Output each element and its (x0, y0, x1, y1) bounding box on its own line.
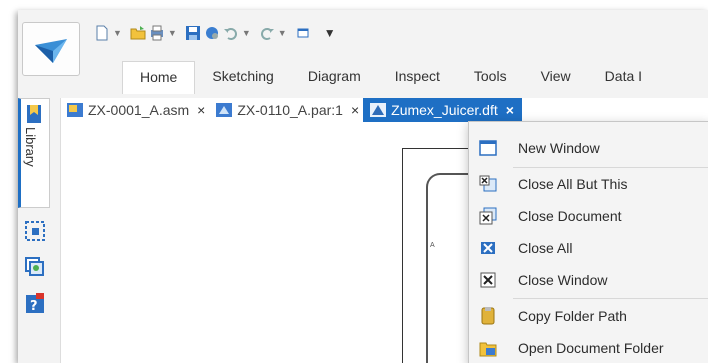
draft-icon (370, 103, 387, 117)
close-icon[interactable]: × (351, 102, 359, 118)
application-button[interactable] (22, 22, 80, 76)
new-dropdown-arrow[interactable]: ▼ (113, 28, 122, 38)
copy-folder-path-icon (481, 307, 495, 325)
close-icon[interactable]: × (506, 102, 514, 118)
menu-item-close-all[interactable]: Close All (469, 233, 708, 263)
close-window-icon (480, 272, 496, 288)
tab-inspect[interactable]: Inspect (378, 61, 457, 93)
sheet-zone-label: A (430, 242, 435, 249)
save-as-icon[interactable] (204, 25, 220, 41)
menu-item-open-document-folder[interactable]: Open Document Folder (469, 333, 708, 363)
save-icon[interactable] (185, 25, 201, 41)
customize-toolbar-button[interactable]: ▼ (324, 26, 336, 40)
document-tab-context-menu: New Window Close All But This Close Docu… (468, 121, 708, 363)
menu-item-new-window[interactable]: New Window (469, 133, 708, 163)
doc-tab-label: Zumex_Juicer.dft (391, 102, 498, 118)
undo-dropdown-arrow[interactable]: ▼ (242, 28, 251, 38)
document-tab-bar: ZX-0001_A.asm × ZX-0110_A.par:1 × Zumex_… (60, 98, 522, 122)
open-folder-icon[interactable] (130, 25, 146, 41)
svg-text:?: ? (30, 299, 38, 314)
help-icon[interactable]: ? (24, 292, 46, 314)
redo-dropdown-arrow[interactable]: ▼ (278, 28, 287, 38)
tab-data[interactable]: Data I (588, 61, 659, 93)
redo-icon[interactable] (259, 25, 275, 41)
tab-diagram[interactable]: Diagram (291, 61, 378, 93)
close-all-icon (481, 242, 495, 254)
left-side-panel: Library ? (18, 98, 61, 363)
layers-icon[interactable] (24, 256, 46, 278)
menu-item-label: Copy Folder Path (518, 308, 627, 324)
ribbon-tabs: Home Sketching Diagram Inspect Tools Vie… (122, 61, 659, 97)
library-bookmark-icon (27, 105, 41, 123)
application-window: ▼ ▼ ▼ ▼ ▼ Home Sketching Diagram Inspect… (18, 10, 708, 363)
menu-item-close-window[interactable]: Close Window (469, 265, 708, 295)
menu-item-label: Open Document Folder (518, 340, 664, 356)
doc-tab-label: ZX-0001_A.asm (88, 102, 190, 118)
tab-sketching[interactable]: Sketching (195, 61, 290, 93)
menu-item-label: Close Window (518, 272, 608, 288)
layout-icon[interactable] (295, 25, 311, 41)
ribbon: ▼ ▼ ▼ ▼ ▼ Home Sketching Diagram Inspect… (18, 10, 708, 98)
app-logo-icon (35, 39, 67, 63)
close-all-but-this-icon (479, 175, 497, 192)
assembly-icon (67, 103, 83, 117)
doc-tab-assembly[interactable]: ZX-0001_A.asm × (60, 98, 209, 122)
tab-tools[interactable]: Tools (457, 61, 524, 93)
menu-item-close-all-but-this[interactable]: Close All But This (469, 169, 708, 199)
menu-item-close-document[interactable]: Close Document (469, 201, 708, 231)
menu-separator (513, 298, 708, 299)
open-document-folder-icon (479, 342, 497, 357)
print-icon[interactable] (149, 25, 165, 41)
menu-separator (513, 167, 708, 168)
library-label: Library (23, 127, 38, 167)
library-tab[interactable]: Library (18, 98, 50, 208)
select-frame-icon[interactable] (24, 220, 46, 242)
menu-item-label: Close All But This (518, 176, 628, 192)
new-document-icon[interactable] (94, 25, 110, 41)
close-document-icon (479, 207, 497, 225)
undo-icon[interactable] (223, 25, 239, 41)
tab-view[interactable]: View (524, 61, 588, 93)
print-dropdown-arrow[interactable]: ▼ (168, 28, 177, 38)
close-icon[interactable]: × (197, 102, 205, 118)
menu-item-copy-folder-path[interactable]: Copy Folder Path (469, 301, 708, 331)
doc-tab-part[interactable]: ZX-0110_A.par:1 × (209, 98, 363, 122)
menu-item-label: New Window (518, 140, 600, 156)
new-window-icon (479, 140, 497, 156)
menu-item-label: Close All (518, 240, 573, 256)
menu-item-label: Close Document (518, 208, 622, 224)
doc-tab-label: ZX-0110_A.par:1 (237, 102, 343, 118)
quick-access-toolbar: ▼ ▼ ▼ ▼ ▼ (94, 20, 336, 46)
doc-tab-draft[interactable]: Zumex_Juicer.dft × (363, 98, 522, 122)
tab-home[interactable]: Home (122, 61, 196, 94)
part-icon (216, 103, 233, 117)
